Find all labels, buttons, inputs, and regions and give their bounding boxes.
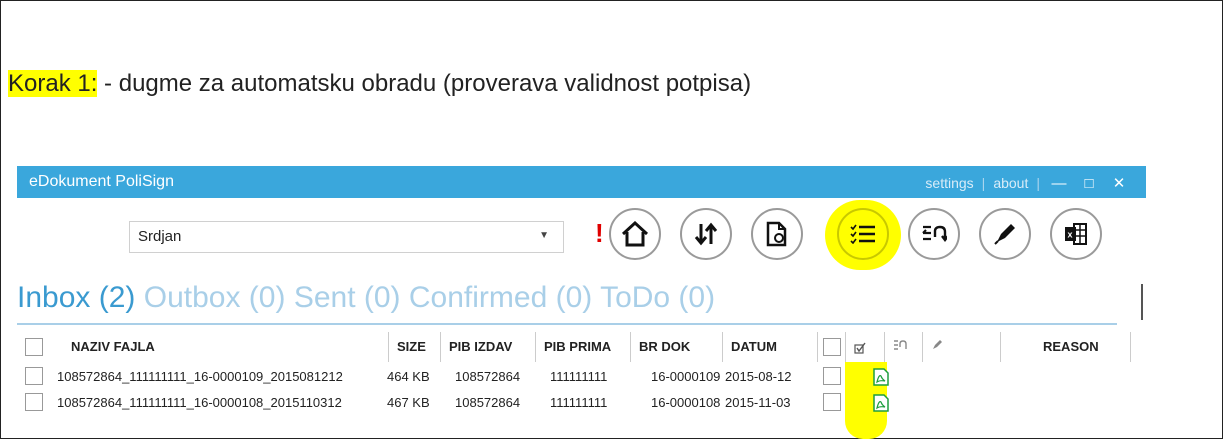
pen-icon xyxy=(994,224,1015,245)
user-select[interactable]: Srdjan ▼ xyxy=(129,221,564,253)
row-checkbox[interactable] xyxy=(25,393,43,411)
file-size: 467 KB xyxy=(387,395,430,410)
document-button[interactable] xyxy=(751,208,803,260)
pdf-icon xyxy=(873,368,889,386)
tab-underline xyxy=(17,323,1117,325)
tabs-bar: Inbox (2) Outbox (0) Sent (0) Confirmed … xyxy=(17,281,715,315)
excel-export-button[interactable]: x xyxy=(1050,208,1102,260)
window-title: eDokument PoliSign xyxy=(29,173,174,190)
return-icon xyxy=(922,225,947,242)
return-button[interactable] xyxy=(908,208,960,260)
pib-izdav: 108572864 xyxy=(455,369,521,384)
row-select-checkbox[interactable] xyxy=(823,367,841,385)
sort-icon xyxy=(694,222,718,246)
pib-prima: 111111111 xyxy=(550,369,608,384)
tab-todo[interactable]: ToDo (0) xyxy=(600,281,715,314)
checklist-icon xyxy=(850,224,875,244)
tab-sent[interactable]: Sent (0) xyxy=(294,281,401,314)
toolbar: Srdjan ▼ ! x xyxy=(17,198,1146,276)
warning-indicator: ! xyxy=(595,218,604,248)
column-header-name[interactable]: NAZIV FAJLA xyxy=(53,332,389,362)
app-window: eDokument PoliSign settings | about | — … xyxy=(17,166,1146,439)
column-header-size[interactable]: SIZE xyxy=(389,332,441,362)
minimize-button[interactable]: — xyxy=(1048,175,1070,192)
column-header-signed[interactable] xyxy=(923,332,1001,362)
home-button[interactable] xyxy=(609,208,661,260)
column-header-reason[interactable]: REASON xyxy=(1001,332,1131,362)
tab-inbox[interactable]: Inbox (2) xyxy=(17,281,135,314)
tab-outbox[interactable]: Outbox (0) xyxy=(144,281,286,314)
column-header-pib-izdav[interactable]: PIB IZDAV xyxy=(441,332,536,362)
pdf-icon xyxy=(873,394,889,412)
file-name: 108572864_111111111_16-0000108_201511031… xyxy=(57,395,342,410)
table-row[interactable]: 108572864_111111111_16-0000108_201511031… xyxy=(17,390,1146,416)
chevron-down-icon: ▼ xyxy=(539,230,549,241)
close-button[interactable]: ✕ xyxy=(1108,174,1130,192)
table-header: NAZIV FAJLA SIZE PIB IZDAV PIB PRIMA BR … xyxy=(17,332,1146,362)
sort-button[interactable] xyxy=(680,208,732,260)
file-name: 108572864_111111111_16-0000109_201508121… xyxy=(57,369,343,384)
home-icon xyxy=(621,221,649,247)
column-header-verified[interactable] xyxy=(845,332,885,362)
column-header-pib-prima[interactable]: PIB PRIMA xyxy=(536,332,631,362)
title-bar: eDokument PoliSign settings | about | — … xyxy=(17,166,1146,198)
separator: | xyxy=(981,175,986,191)
user-select-value: Srdjan xyxy=(138,228,182,245)
pib-prima: 111111111 xyxy=(550,395,608,410)
datum: 2015-11-03 xyxy=(725,395,791,410)
table-row[interactable]: 108572864_111111111_16-0000109_201508121… xyxy=(17,364,1146,390)
column-checkbox[interactable] xyxy=(823,338,841,356)
svg-text:x: x xyxy=(1068,230,1073,240)
scroll-indicator xyxy=(1141,284,1143,320)
datum: 2015-08-12 xyxy=(725,369,792,384)
return-icon xyxy=(894,340,907,350)
br-dok: 16-0000109 xyxy=(651,369,721,384)
br-dok: 16-0000108 xyxy=(651,395,721,410)
step-label: Korak 1: xyxy=(8,70,98,97)
select-all-checkbox[interactable] xyxy=(25,338,43,356)
step-description: - dugme za automatsku obradu (proverava … xyxy=(97,70,752,97)
document-icon xyxy=(766,221,787,247)
instruction-heading: Korak 1: - dugme za automatsku obradu (p… xyxy=(8,70,751,98)
column-header-datum[interactable]: DATUM xyxy=(723,332,818,362)
settings-link[interactable]: settings xyxy=(925,175,973,191)
check-icon xyxy=(854,342,866,354)
row-checkbox[interactable] xyxy=(25,367,43,385)
excel-icon: x xyxy=(1065,223,1087,245)
pib-izdav: 108572864 xyxy=(455,395,521,410)
title-links: settings | about | — □ ✕ xyxy=(925,174,1130,193)
column-header-br-dok[interactable]: BR DOK xyxy=(631,332,723,362)
pen-icon xyxy=(933,340,942,349)
tab-confirmed[interactable]: Confirmed (0) xyxy=(409,281,592,314)
file-size: 464 KB xyxy=(387,369,430,384)
auto-process-button[interactable] xyxy=(837,208,889,260)
maximize-button[interactable]: □ xyxy=(1078,175,1100,192)
separator: | xyxy=(1036,175,1040,191)
column-header-returned[interactable] xyxy=(885,332,923,362)
sign-button[interactable] xyxy=(979,208,1031,260)
row-select-checkbox[interactable] xyxy=(823,393,841,411)
about-link[interactable]: about xyxy=(993,175,1028,191)
